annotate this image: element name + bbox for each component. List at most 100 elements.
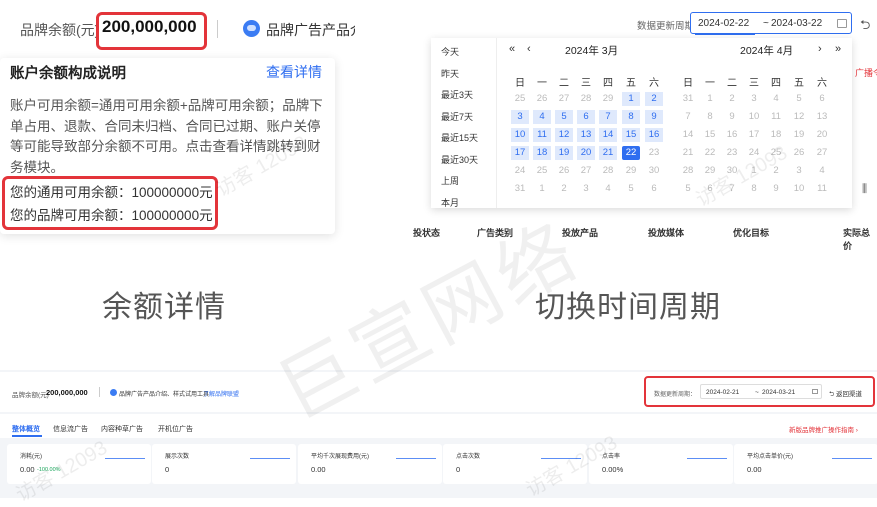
- calendar-day[interactable]: 22: [701, 146, 719, 160]
- calendar-day[interactable]: 26: [555, 164, 573, 178]
- preset-option[interactable]: 本月: [441, 196, 459, 209]
- calendar-day[interactable]: 4: [599, 182, 617, 196]
- metric-card[interactable]: [734, 444, 877, 484]
- calendar-day[interactable]: 20: [813, 128, 831, 142]
- calendar-day[interactable]: 11: [813, 182, 831, 196]
- metric-card[interactable]: [298, 444, 442, 484]
- calendar-day[interactable]: 13: [577, 128, 595, 142]
- calendar-day[interactable]: 12: [555, 128, 573, 142]
- calendar-day[interactable]: 14: [599, 128, 617, 142]
- calendar-day[interactable]: 24: [745, 146, 763, 160]
- calendar-day[interactable]: 24: [511, 164, 529, 178]
- calendar-day[interactable]: 5: [622, 182, 640, 196]
- calendar-icon[interactable]: [812, 389, 818, 394]
- overview-brand-link[interactable]: 了解品牌联盟: [203, 389, 239, 398]
- brand-guide-link[interactable]: 新版品牌推广操作指南 ›: [789, 424, 858, 434]
- calendar-day[interactable]: 11: [767, 110, 785, 124]
- calendar-day[interactable]: 10: [790, 182, 808, 196]
- calendar-day[interactable]: 6: [813, 92, 831, 106]
- calendar-day[interactable]: 16: [723, 128, 741, 142]
- back-to-channel-button[interactable]: ⮌ 返回渠道: [829, 388, 862, 401]
- calendar-day[interactable]: 2: [723, 92, 741, 106]
- calendar-day[interactable]: 3: [745, 92, 763, 106]
- preset-option[interactable]: 最近7天: [441, 110, 473, 123]
- calendar-day[interactable]: 29: [622, 164, 640, 178]
- tab-overall[interactable]: 整体概览: [12, 424, 40, 434]
- calendar-day[interactable]: 3: [511, 110, 529, 124]
- calendar-day[interactable]: 1: [745, 164, 763, 178]
- calendar-day[interactable]: 27: [813, 146, 831, 160]
- calendar-day[interactable]: 17: [745, 128, 763, 142]
- calendar-day[interactable]: 22: [622, 146, 640, 160]
- preset-option[interactable]: 今天: [441, 45, 459, 58]
- calendar-day[interactable]: 25: [533, 164, 551, 178]
- calendar-day[interactable]: 6: [645, 182, 663, 196]
- date-start[interactable]: 2024-02-22: [698, 18, 749, 29]
- calendar-day[interactable]: 29: [701, 164, 719, 178]
- brand-ad-product-link[interactable]: 品牌广告产品介: [266, 20, 355, 40]
- calendar-icon[interactable]: [837, 19, 847, 28]
- calendar-day[interactable]: 7: [723, 182, 741, 196]
- calendar-day[interactable]: 5: [790, 92, 808, 106]
- back-arrow-icon[interactable]: ⮌: [860, 16, 870, 38]
- prev-year-button[interactable]: «: [509, 43, 515, 55]
- calendar-day[interactable]: 7: [599, 110, 617, 124]
- calendar-day[interactable]: 8: [701, 110, 719, 124]
- calendar-day[interactable]: 28: [679, 164, 697, 178]
- calendar-day[interactable]: 5: [679, 182, 697, 196]
- calendar-day[interactable]: 20: [577, 146, 595, 160]
- calendar-day[interactable]: 4: [813, 164, 831, 178]
- calendar-day[interactable]: 25: [511, 92, 529, 106]
- metric-card[interactable]: [152, 444, 296, 484]
- calendar-day[interactable]: 6: [577, 110, 595, 124]
- calendar-day[interactable]: 19: [555, 146, 573, 160]
- prev-month-button[interactable]: ‹: [527, 43, 531, 55]
- calendar-day[interactable]: 13: [813, 110, 831, 124]
- calendar-day[interactable]: 23: [645, 146, 663, 160]
- calendar-day[interactable]: 17: [511, 146, 529, 160]
- preset-option[interactable]: 最近30天: [441, 153, 478, 166]
- calendar-day[interactable]: 25: [767, 146, 785, 160]
- calendar-day[interactable]: 1: [533, 182, 551, 196]
- calendar-day[interactable]: 28: [577, 92, 595, 106]
- overview-balance-value[interactable]: 200,000,000: [46, 388, 88, 397]
- preset-option[interactable]: 最近15天: [441, 131, 478, 144]
- calendar-day[interactable]: 6: [701, 182, 719, 196]
- calendar-day[interactable]: 15: [701, 128, 719, 142]
- calendar-day[interactable]: 3: [790, 164, 808, 178]
- calendar-day[interactable]: 30: [645, 164, 663, 178]
- calendar-day[interactable]: 29: [599, 92, 617, 106]
- calendar-day[interactable]: 10: [511, 128, 529, 142]
- calendar-day[interactable]: 10: [745, 110, 763, 124]
- calendar-day[interactable]: 26: [533, 92, 551, 106]
- calendar-day[interactable]: 8: [745, 182, 763, 196]
- metric-card[interactable]: [7, 444, 151, 484]
- calendar-day[interactable]: 8: [622, 110, 640, 124]
- tab-content-ads[interactable]: 内容种草广告: [101, 424, 143, 434]
- calendar-day[interactable]: 21: [679, 146, 697, 160]
- calendar-day[interactable]: 3: [577, 182, 595, 196]
- calendar-day[interactable]: 30: [723, 164, 741, 178]
- calendar-day[interactable]: 4: [533, 110, 551, 124]
- calendar-day[interactable]: 31: [511, 182, 529, 196]
- calendar-day[interactable]: 9: [767, 182, 785, 196]
- calendar-day[interactable]: 16: [645, 128, 663, 142]
- calendar-day[interactable]: 23: [723, 146, 741, 160]
- date-end[interactable]: 2024-03-22: [771, 18, 822, 29]
- view-details-link[interactable]: 查看详情: [266, 62, 322, 82]
- calendar-day[interactable]: 1: [622, 92, 640, 106]
- overview-date-start[interactable]: 2024-02-21: [706, 389, 739, 396]
- metric-card[interactable]: [443, 444, 587, 484]
- calendar-day[interactable]: 12: [790, 110, 808, 124]
- filter-icon[interactable]: ⫼: [862, 183, 867, 196]
- calendar-day[interactable]: 21: [599, 146, 617, 160]
- calendar-day[interactable]: 18: [533, 146, 551, 160]
- calendar-day[interactable]: 9: [645, 110, 663, 124]
- preset-option[interactable]: 上周: [441, 174, 459, 187]
- calendar-day[interactable]: 7: [679, 110, 697, 124]
- calendar-day[interactable]: 5: [555, 110, 573, 124]
- calendar-day[interactable]: 14: [679, 128, 697, 142]
- ad-guide-edge-text[interactable]: 广播令: [855, 66, 877, 79]
- calendar-day[interactable]: 2: [555, 182, 573, 196]
- calendar-day[interactable]: 31: [679, 92, 697, 106]
